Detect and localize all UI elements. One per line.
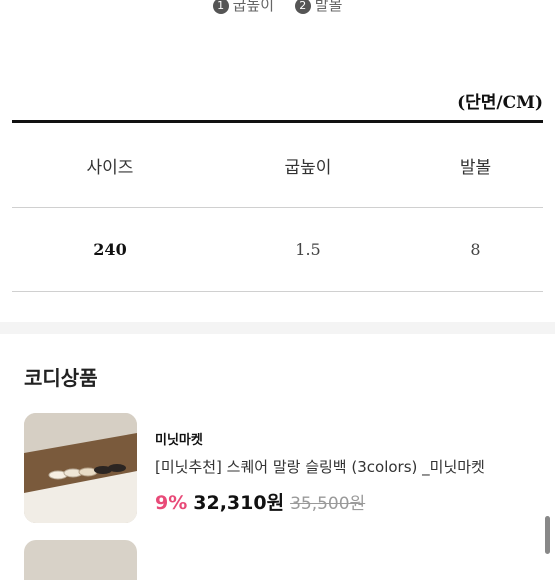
table-header-row: 사이즈 굽높이 발볼 (12, 123, 543, 208)
product-brand[interactable]: 미닛마켓 (155, 429, 203, 448)
measurement-legend: 1 굽높이 2 발볼 (0, 0, 555, 15)
cell-heel-height: 1.5 (295, 240, 321, 259)
size-unit-label: (단면/CM) (457, 93, 543, 113)
number-badge-icon: 2 (294, 0, 311, 14)
legend-label: 발볼 (314, 0, 343, 14)
next-product-thumbnail[interactable] (24, 540, 137, 580)
table-row: 240 1.5 8 (12, 208, 543, 292)
cell-size: 240 (93, 240, 127, 259)
number-badge-icon: 1 (212, 0, 229, 14)
legend-label: 굽높이 (232, 0, 274, 14)
header-heel-height: 굽높이 (284, 157, 332, 178)
legend-item-foot-width: 2 발볼 (294, 0, 343, 14)
shoes-product-photo-icon[interactable] (24, 413, 137, 523)
cell-foot-width: 8 (470, 240, 481, 259)
product-price-line: 9% 32,310원 35,500원 (155, 488, 365, 515)
original-price: 35,500원 (290, 494, 366, 514)
scrollbar[interactable] (545, 516, 550, 554)
product-name[interactable]: [미닛추천] 스퀘어 말랑 슬링백 (3colors) _미닛마켓 (155, 456, 485, 477)
coordi-section-title: 코디상품 (24, 366, 98, 390)
size-table: 사이즈 굽높이 발볼 240 1.5 8 (12, 120, 543, 292)
sale-price: 32,310원 (193, 492, 285, 514)
header-foot-width: 발볼 (459, 157, 492, 178)
product-card[interactable]: 미닛마켓 [미닛추천] 스퀘어 말랑 슬링백 (3colors) _미닛마켓 9… (24, 413, 544, 523)
discount-rate: 9% (155, 492, 188, 514)
section-divider (0, 322, 555, 334)
header-size: 사이즈 (86, 157, 134, 178)
legend-item-heel-height: 1 굽높이 (212, 0, 279, 14)
